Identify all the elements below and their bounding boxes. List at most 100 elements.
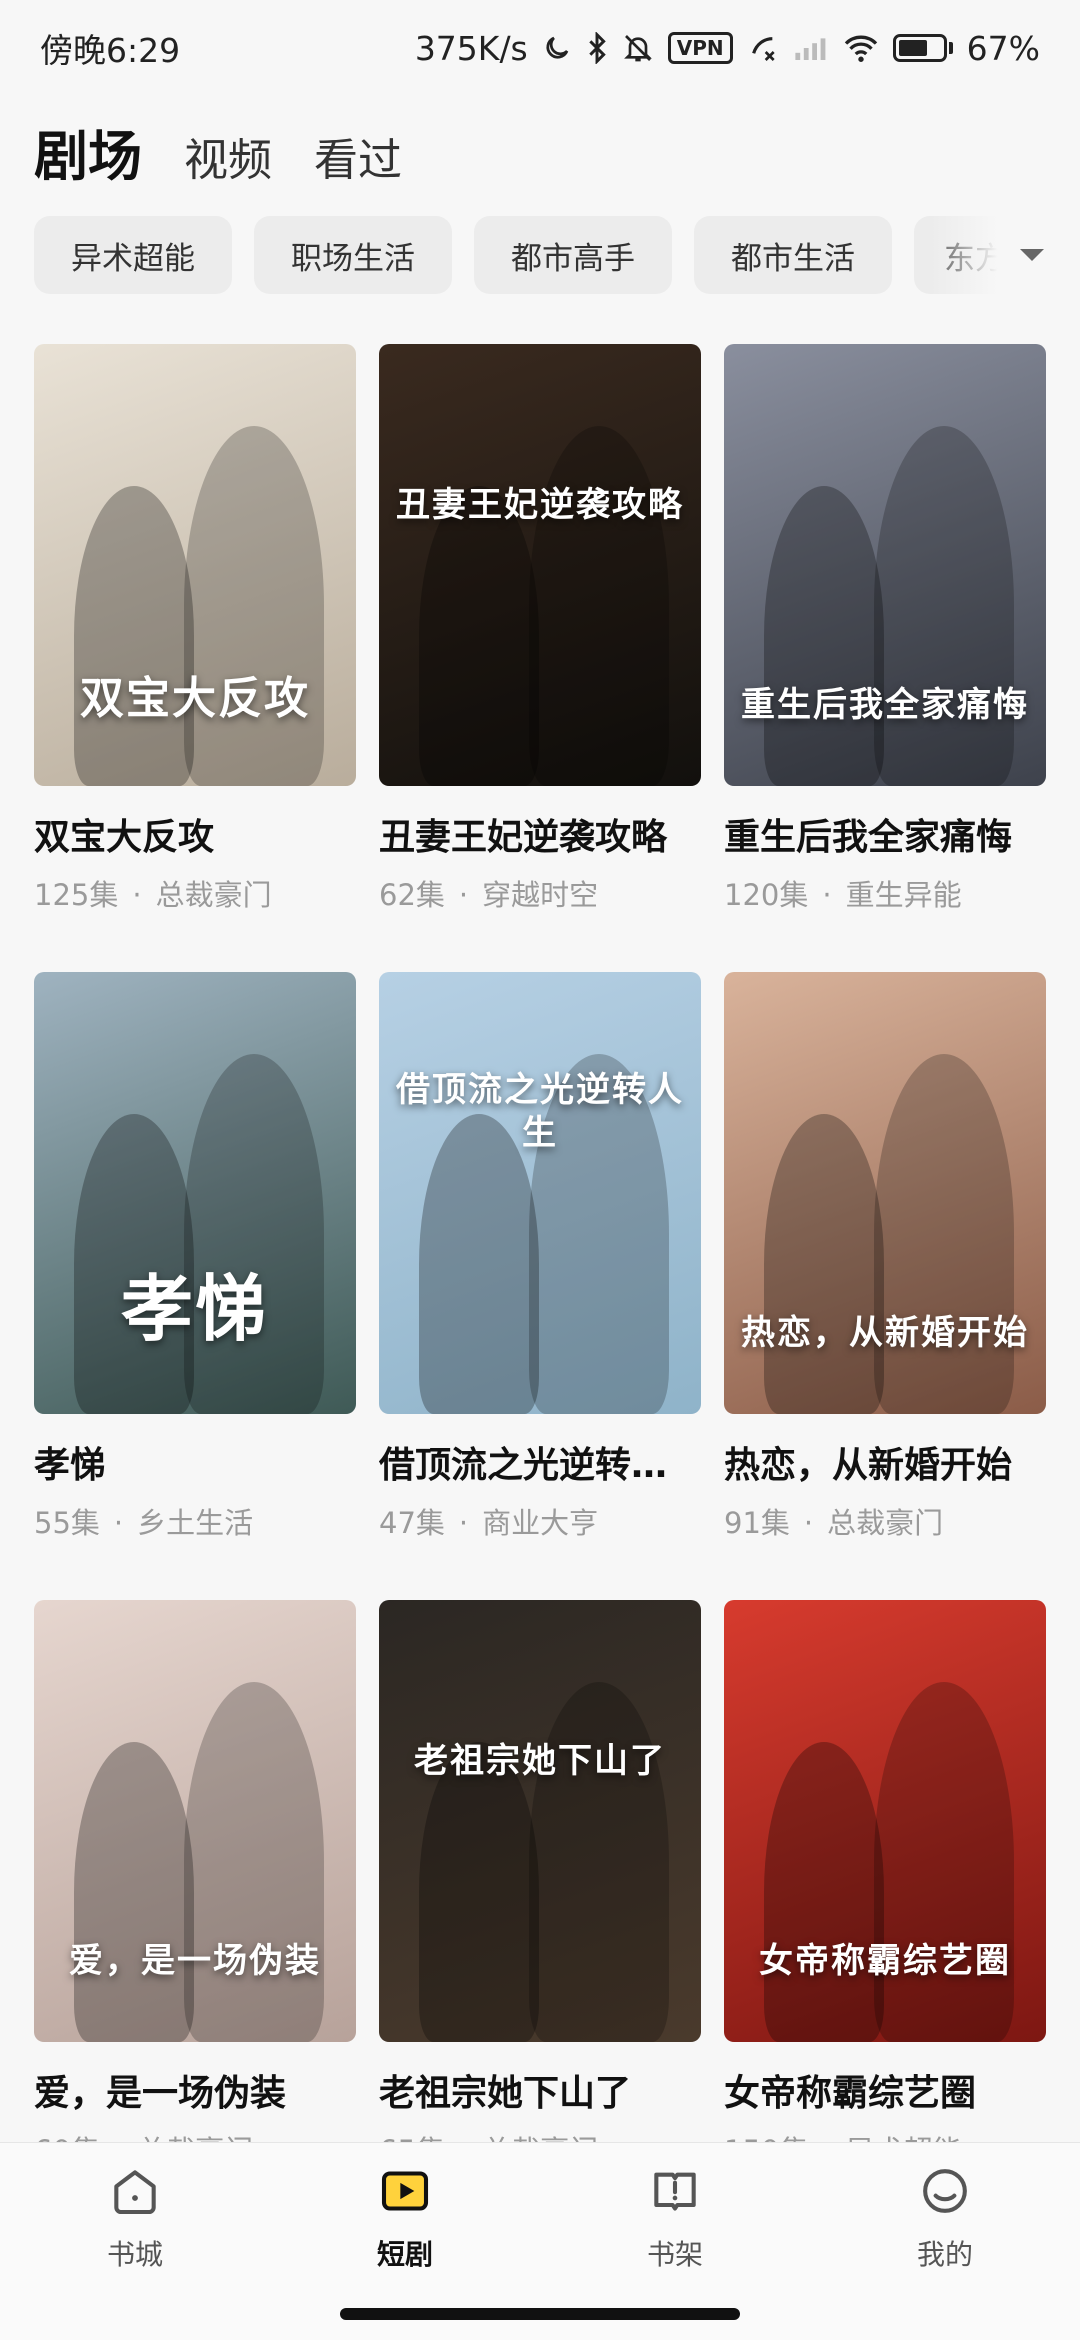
poster-figure xyxy=(419,486,539,786)
separator-dot: · xyxy=(803,1506,814,1540)
drama-card[interactable]: 孝悌 孝悌 55集 · 乡土生活 xyxy=(34,972,356,1542)
bluetooth-icon xyxy=(586,32,608,64)
tab-2[interactable]: 看过 xyxy=(314,124,402,188)
status-icons: 375K/s VPN 67% xyxy=(415,29,1040,68)
nav-label: 短剧 xyxy=(376,2237,433,2271)
chevron-down-icon xyxy=(1020,249,1044,261)
genre-label: 重生异能 xyxy=(845,878,962,912)
nav-item-1[interactable]: 短剧 xyxy=(305,2163,505,2273)
call-icon xyxy=(747,32,779,64)
tab-0[interactable]: 剧场 xyxy=(34,112,142,191)
battery-icon xyxy=(892,34,953,62)
drama-card[interactable]: 重生后我全家痛悔 重生后我全家痛悔 120集 · 重生异能 xyxy=(724,344,1046,914)
more-categories-button[interactable] xyxy=(930,210,1080,300)
drama-title: 借顶流之光逆转… xyxy=(379,1445,668,1486)
drama-poster[interactable]: 爱，是一场伪装 xyxy=(34,1600,356,2042)
separator-dot: · xyxy=(113,1506,124,1540)
poster-title-art: 双宝大反攻 xyxy=(80,673,310,724)
status-bar: 傍晚6:29 375K/s VPN 67% xyxy=(0,0,1080,96)
drama-title: 热恋，从新婚开始 xyxy=(724,1445,1013,1486)
moon-icon xyxy=(542,33,572,63)
home-indicator[interactable] xyxy=(340,2308,740,2320)
category-chip[interactable]: 异术超能 xyxy=(34,216,232,294)
mute-bell-icon xyxy=(622,32,654,64)
drama-title: 爱，是一场伪装 xyxy=(34,2073,287,2114)
episode-count: 55集 xyxy=(34,1506,100,1540)
drama-card[interactable]: 爱，是一场伪装爱，是一场伪装60集·总裁豪门 xyxy=(34,1600,356,2170)
nav-label: 我的 xyxy=(916,2237,973,2271)
nav-item-2[interactable]: 书架 xyxy=(575,2163,775,2273)
drama-card[interactable]: 老祖宗她下山了老祖宗她下山了65集·总裁豪门 xyxy=(379,1600,701,2170)
nav-item-3[interactable]: 我的 xyxy=(845,2163,1045,2273)
tab-1[interactable]: 视频 xyxy=(184,124,272,188)
poster-title-art: 爱，是一场伪装 xyxy=(69,1940,321,1981)
poster-figure xyxy=(74,486,194,786)
poster-title-art: 热恋，从新婚开始 xyxy=(741,1312,1029,1353)
poster-figure xyxy=(874,1682,1014,2042)
battery-percent: 67% xyxy=(966,28,1040,68)
drama-poster[interactable]: 老祖宗她下山了 xyxy=(379,1600,701,2042)
drama-poster[interactable]: 女帝称霸综艺圈 xyxy=(724,1600,1046,2042)
separator-dot: · xyxy=(132,878,142,912)
nav-label: 书架 xyxy=(646,2237,703,2271)
poster-title-art: 女帝称霸综艺圈 xyxy=(759,1940,1011,1981)
nav-label: 书城 xyxy=(106,2237,163,2271)
poster-figure xyxy=(529,426,669,786)
home-icon xyxy=(107,2163,163,2223)
genre-label: 商业大亨 xyxy=(482,1506,599,1540)
poster-figure xyxy=(184,1682,324,2042)
drama-card[interactable]: 热恋，从新婚开始 热恋，从新婚开始 91集 · 总裁豪门 xyxy=(724,972,1046,1542)
drama-meta: 125集 · 总裁豪门 xyxy=(34,872,356,914)
poster-figure xyxy=(764,1742,884,2042)
poster-title-art: 借顶流之光逆转人生 xyxy=(396,1070,684,1153)
genre-label: 总裁豪门 xyxy=(827,1506,944,1540)
drama-title: 女帝称霸综艺圈 xyxy=(724,2073,977,2114)
drama-poster[interactable]: 重生后我全家痛悔 xyxy=(724,344,1046,786)
drama-poster[interactable]: 丑妻王妃逆袭攻略 xyxy=(379,344,701,786)
episode-count: 91集 xyxy=(724,1506,790,1540)
bottom-nav: 书城 短剧 书架 我的 xyxy=(0,2142,1080,2292)
drama-poster[interactable]: 双宝大反攻 xyxy=(34,344,356,786)
cellular-signal-icon xyxy=(793,33,829,63)
category-chip[interactable]: 职场生活 xyxy=(254,216,452,294)
poster-figure xyxy=(419,1114,539,1414)
genre-label: 乡土生活 xyxy=(137,1506,254,1540)
poster-figure xyxy=(184,1054,324,1414)
poster-title-art: 老祖宗她下山了 xyxy=(414,1740,666,1781)
drama-meta: 47集 · 商业大亨 xyxy=(379,1500,701,1542)
genre-label: 穿越时空 xyxy=(482,878,599,912)
drama-meta: 91集 · 总裁豪门 xyxy=(724,1500,1046,1542)
drama-title: 孝悌 xyxy=(34,1445,107,1486)
poster-figure xyxy=(419,1742,539,2042)
poster-figure xyxy=(764,486,884,786)
poster-figure xyxy=(874,1054,1014,1414)
category-chip[interactable]: 都市高手 xyxy=(474,216,672,294)
drama-title: 双宝大反攻 xyxy=(34,817,215,858)
drama-poster[interactable]: 热恋，从新婚开始 xyxy=(724,972,1046,1414)
bookshelf-icon xyxy=(647,2163,703,2223)
drama-card[interactable]: 女帝称霸综艺圈女帝称霸综艺圈150集·异术超能 xyxy=(724,1600,1046,2170)
vpn-badge: VPN xyxy=(667,32,733,64)
episode-count: 125集 xyxy=(34,878,119,912)
drama-poster[interactable]: 孝悌 xyxy=(34,972,356,1414)
poster-title-art: 孝悌 xyxy=(120,1266,269,1351)
category-chip[interactable]: 都市生活 xyxy=(694,216,892,294)
wifi-icon xyxy=(843,33,879,63)
genre-label: 总裁豪门 xyxy=(155,878,272,912)
drama-card[interactable]: 借顶流之光逆转人生借顶流之光逆转… 47集 · 商业大亨 xyxy=(379,972,701,1542)
poster-figure xyxy=(874,426,1014,786)
poster-title-art: 丑妻王妃逆袭攻略 xyxy=(396,484,684,525)
network-speed: 375K/s xyxy=(414,28,528,68)
drama-poster[interactable]: 借顶流之光逆转人生 xyxy=(379,972,701,1414)
poster-figure xyxy=(764,1114,884,1414)
drama-meta: 55集 · 乡土生活 xyxy=(34,1500,356,1542)
drama-meta: 120集 · 重生异能 xyxy=(724,872,1046,914)
nav-item-0[interactable]: 书城 xyxy=(35,2163,235,2273)
poster-title-art: 重生后我全家痛悔 xyxy=(741,684,1029,725)
poster-figure xyxy=(184,426,324,786)
drama-card[interactable]: 丑妻王妃逆袭攻略 丑妻王妃逆袭攻略 62集 · 穿越时空 xyxy=(379,344,701,914)
drama-card[interactable]: 双宝大反攻 双宝大反攻 125集 · 总裁豪门 xyxy=(34,344,356,914)
category-chips: 异术超能职场生活都市高手都市生活东方 xyxy=(34,216,1080,294)
drama-title: 重生后我全家痛悔 xyxy=(724,817,1013,858)
drama-meta: 62集 · 穿越时空 xyxy=(379,872,701,914)
